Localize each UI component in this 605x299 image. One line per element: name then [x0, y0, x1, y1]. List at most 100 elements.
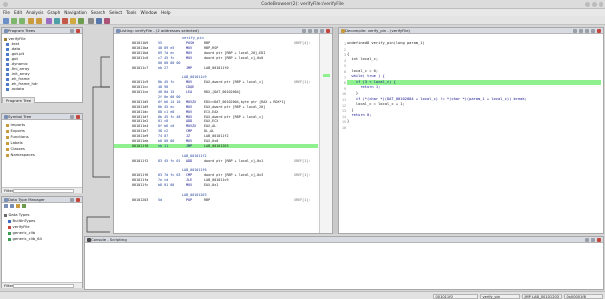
data-types-root[interactable]: Data Types: [4, 212, 29, 217]
listing-row[interactable]: 001011d5 0f b6 14 10 MOVZX EDX=>DAT_0010200…: [114, 100, 318, 104]
panel-close-icon[interactable]: [76, 29, 80, 33]
panel-close-icon[interactable]: [76, 115, 80, 119]
menu-tools[interactable]: Tools: [126, 10, 136, 15]
filter-icon[interactable]: [22, 204, 26, 208]
listing-row[interactable]: 00101203 5d POP RBP XREF[1]:: [114, 198, 318, 202]
listing-label-row[interactable]: LAB_001011f2: [114, 154, 318, 158]
listing-row[interactable]: 2f 0e 00 00: [114, 95, 318, 99]
redo-icon[interactable]: [36, 17, 42, 24]
menu-analysis[interactable]: Analysis: [26, 10, 43, 15]
listing-row[interactable]: 001011e9 74 07 JZ LAB_001011f2: [114, 134, 318, 138]
panel-menu-icon[interactable]: [70, 115, 74, 119]
listing-row[interactable]: 001011e4 0f b6 c0 MOVZX EAX,AL: [114, 124, 318, 128]
listing-margin[interactable]: [319, 34, 332, 233]
menu-file[interactable]: File: [3, 10, 10, 15]
listing-row[interactable]: 001011f0 eb 11 JMP LAB_00101203: [114, 143, 318, 149]
listing-row[interactable]: 001011e2 01 c8 ADD EAX,ECX: [114, 119, 318, 123]
menu-help[interactable]: Help: [161, 10, 171, 15]
listing-row[interactable]: 001011ba 48 89 e5 MOV RBP,RSP: [114, 46, 318, 50]
listing-row[interactable]: 001011cc 48 98 CDQE: [114, 85, 318, 89]
tab-program-tree[interactable]: Program Tree: [2, 97, 36, 103]
panel-close-icon[interactable]: [597, 238, 601, 242]
listing-row[interactable]: 001011fa 7e cd JLE LAB_001011c9: [114, 178, 318, 182]
run-script-icon[interactable]: [104, 17, 110, 24]
panel-menu-icon[interactable]: [70, 198, 74, 202]
menu-select[interactable]: Select: [109, 10, 122, 15]
next-data-icon[interactable]: [54, 17, 60, 24]
listing-row[interactable]: 001011dc 88 c1 e8 MOV ECX,EAX: [114, 110, 318, 114]
clear-console-icon[interactable]: [585, 238, 589, 242]
listing-row[interactable]: 001011fc b8 01 00 MOV EAX,0x1: [114, 183, 318, 187]
arrow-right-icon[interactable]: [10, 204, 14, 208]
arrow-left-icon[interactable]: [4, 204, 8, 208]
listing-row[interactable]: [114, 164, 318, 168]
paste-icon[interactable]: [308, 29, 312, 33]
forward-icon[interactable]: [19, 17, 25, 24]
panel-menu-icon[interactable]: [320, 29, 324, 33]
panel-close-icon[interactable]: [326, 29, 330, 33]
copy-icon[interactable]: [302, 29, 306, 33]
folder-open-icon[interactable]: [16, 204, 20, 208]
menu-edit[interactable]: Edit: [14, 10, 22, 15]
symbol-item-functions[interactable]: Functions: [6, 134, 29, 139]
panel-menu-icon[interactable]: [591, 238, 595, 242]
data-types-generic-clib-64[interactable]: generic_clib_64: [8, 236, 42, 241]
symbol-filter-input[interactable]: [13, 188, 74, 194]
symbol-item-exports[interactable]: Exports: [6, 128, 25, 133]
tree-item[interactable]: .rodata: [6, 86, 24, 91]
save-icon[interactable]: [3, 17, 9, 24]
listing-row[interactable]: 001011c9 8b 45 fc MOV EAX,dword ptr [RBP + …: [114, 80, 318, 84]
menu-window[interactable]: Window: [140, 10, 157, 15]
panel-menu-icon[interactable]: [70, 29, 74, 33]
listing-row[interactable]: 001011c7 eb 27 JMP LAB_001011f0: [114, 66, 318, 70]
data-types-builtin[interactable]: BuiltInTypes: [8, 218, 35, 223]
close-icon[interactable]: [599, 2, 603, 7]
listing-row[interactable]: 001011c0 c7 45 fc MOV dword ptr [RBP + loca…: [114, 56, 318, 60]
listing-row[interactable]: 00 00 00 00: [114, 61, 318, 65]
panel-close-icon[interactable]: [76, 198, 80, 202]
data-types-generic-clib[interactable]: generic_clib: [8, 230, 35, 235]
listing-row[interactable]: 001011f2 83 45 fc 01 ADD dword ptr [RBP + l…: [114, 159, 318, 163]
search-icon[interactable]: [96, 17, 102, 24]
panel-close-icon[interactable]: [597, 29, 601, 33]
listing-row[interactable]: 001011d9 8b 45 ec MOV EAX,dword ptr [RBP + …: [114, 105, 318, 109]
data-type-filter-input[interactable]: [13, 283, 74, 289]
listing-row[interactable]: 001011ce 48 8d 15 LEA RDX,[DAT_00102004]: [114, 90, 318, 94]
listing-row[interactable]: 001011bd 89 7d ec MOV dword ptr [RBP + loca…: [114, 51, 318, 55]
maximize-icon[interactable]: [592, 2, 597, 7]
symbol-item-imports[interactable]: Imports: [6, 122, 25, 127]
listing-row[interactable]: 001011e7 38 c2 CMP DL,AL: [114, 129, 318, 133]
snapshot-icon[interactable]: [579, 29, 583, 33]
listing-row[interactable]: 001011f6 83 7d fc 03 CMP dword ptr [RBP + l…: [114, 173, 318, 177]
symbol-item-labels[interactable]: Labels: [6, 140, 23, 145]
copy-icon[interactable]: [573, 29, 577, 33]
menu-graph[interactable]: Graph: [47, 10, 60, 15]
next-undefined-icon[interactable]: [62, 17, 68, 24]
panel-menu-icon[interactable]: [591, 29, 595, 33]
listing-row[interactable]: [114, 70, 318, 74]
decompile-line[interactable]: }: [347, 119, 601, 125]
listing-row[interactable]: 001011df 8b 45 fc 48 MOV EAX,dword ptr [RBP…: [114, 115, 318, 119]
listing-label-row[interactable]: LAB_001011c9: [114, 75, 318, 79]
undo-icon[interactable]: [28, 17, 34, 24]
symbol-item-namespaces[interactable]: Namespaces: [6, 152, 35, 157]
listing-row[interactable]: [114, 149, 318, 153]
export-icon[interactable]: [585, 29, 589, 33]
snapshot-icon[interactable]: [314, 29, 318, 33]
next-function-icon[interactable]: [78, 17, 84, 24]
back-icon[interactable]: [11, 17, 17, 24]
listing-label-row[interactable]: LAB_00101203: [114, 193, 318, 197]
bookmark-icon[interactable]: [88, 17, 94, 24]
decompile-code[interactable]: 1 2 undefined8 verify_pin(long param_1) 3 4{…: [339, 35, 603, 233]
listing-label-row[interactable]: LAB_001011f6: [114, 168, 318, 172]
listing-row[interactable]: [114, 188, 318, 192]
minimize-icon[interactable]: [585, 2, 590, 7]
next-instruction-icon[interactable]: [46, 17, 52, 24]
data-types-program[interactable]: verifyFile: [8, 224, 30, 229]
listing-row[interactable]: 001011eb b8 00 00 MOV EAX,0x0: [114, 139, 318, 143]
listing-row[interactable]: 001011b9 55 PUSH RBP XREF[4]:: [114, 41, 318, 45]
symbol-item-classes[interactable]: Classes: [6, 146, 25, 151]
menu-search[interactable]: Search: [91, 10, 105, 15]
next-label-icon[interactable]: [70, 17, 76, 24]
menu-navigation[interactable]: Navigation: [64, 10, 87, 15]
